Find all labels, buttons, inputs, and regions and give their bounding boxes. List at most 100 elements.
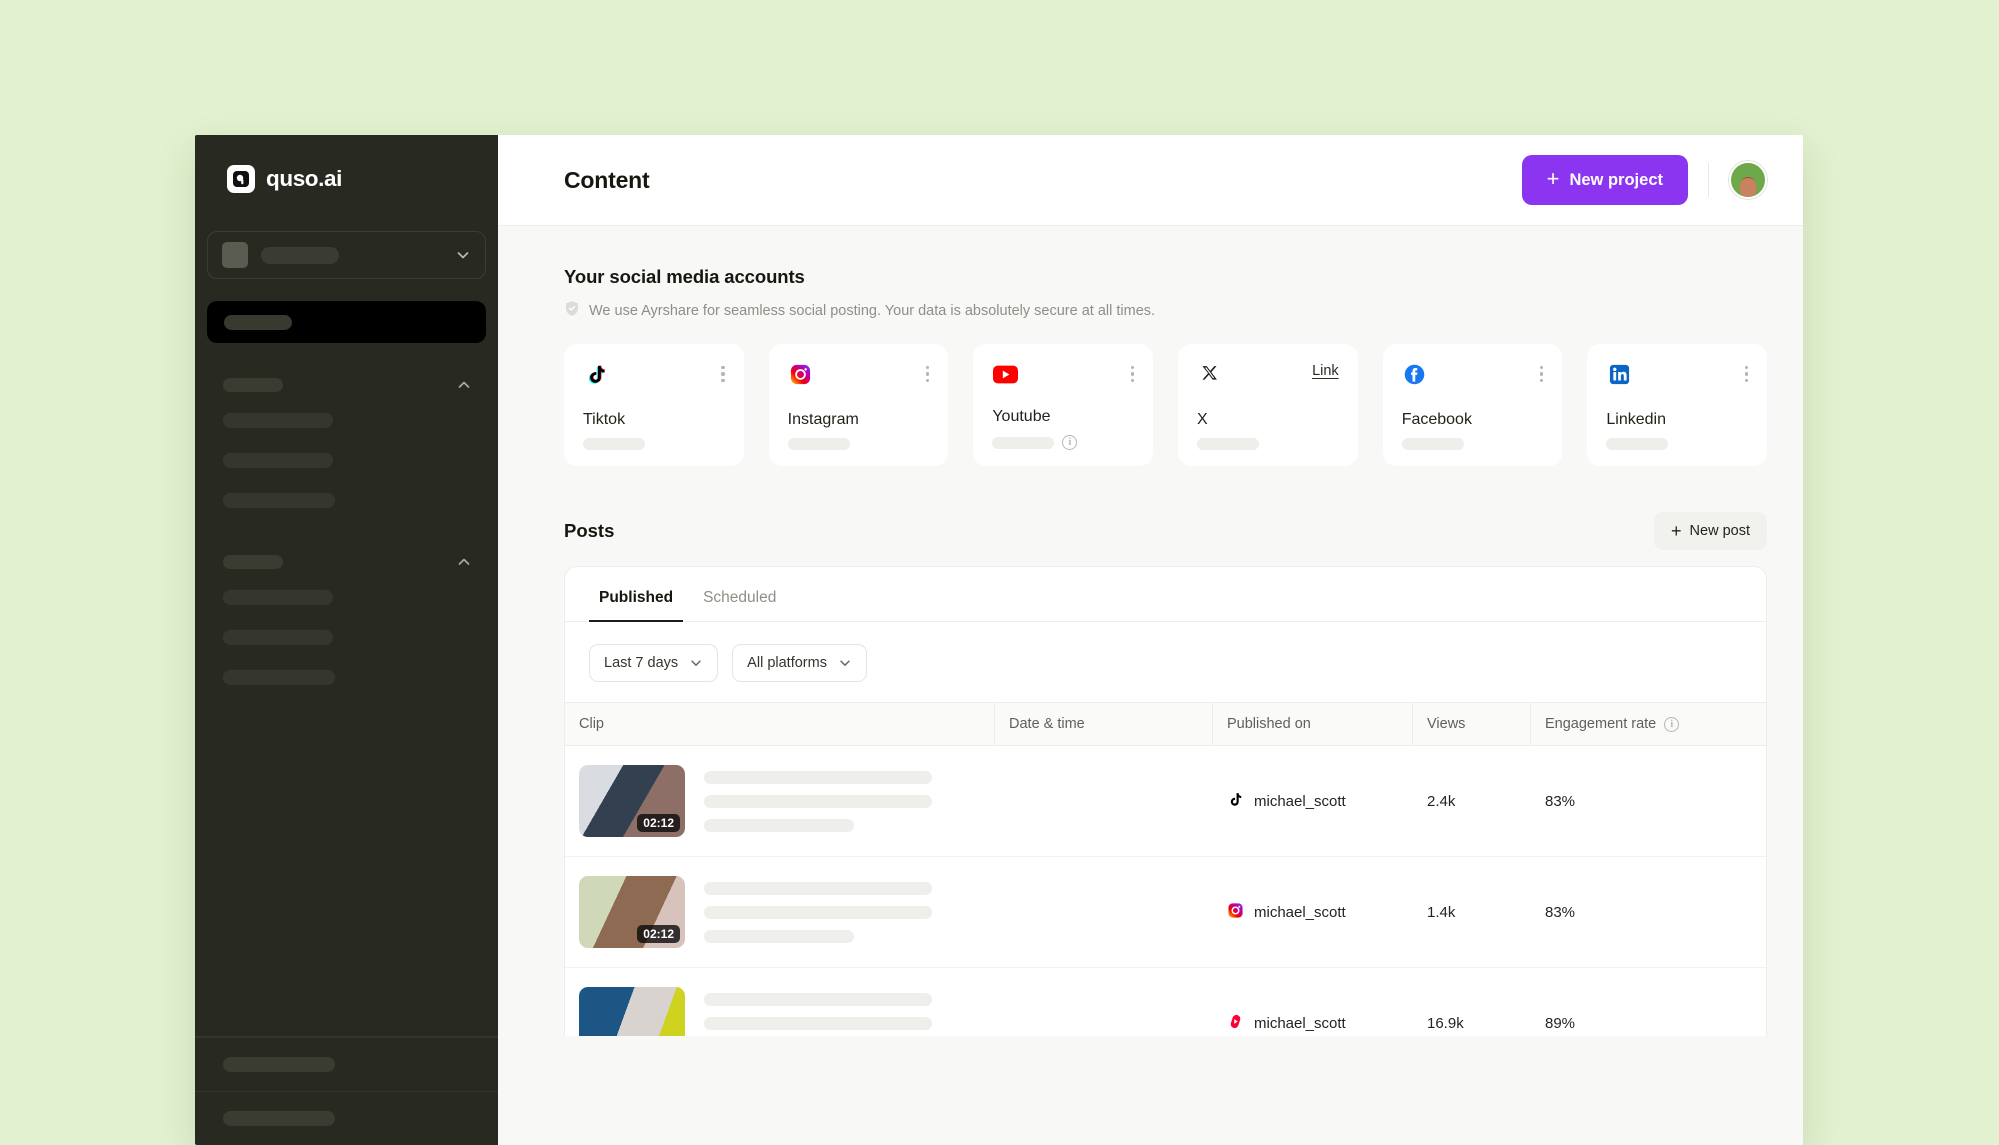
chevron-down-icon xyxy=(838,656,852,670)
top-bar: Content + New project xyxy=(498,135,1803,226)
sidebar-item-label-skeleton xyxy=(223,412,333,428)
link-account-button[interactable]: Link xyxy=(1312,361,1339,379)
platform-filter[interactable]: All platforms xyxy=(732,644,867,682)
sidebar-group-2-header[interactable] xyxy=(195,547,498,577)
avatar[interactable] xyxy=(1729,161,1767,199)
account-handle: michael_scott xyxy=(1254,903,1346,921)
sidebar-group-label-skeleton xyxy=(223,378,283,392)
clip-thumbnail: 02:12 xyxy=(579,987,685,1036)
new-project-button[interactable]: + New project xyxy=(1521,155,1688,205)
sidebar-item-label-skeleton xyxy=(223,629,333,645)
account-handle: michael_scott xyxy=(1254,792,1346,810)
account-handle-skeleton xyxy=(992,436,1055,449)
sidebar-bottom-item[interactable] xyxy=(195,1038,498,1091)
sidebar-item[interactable] xyxy=(195,577,498,617)
more-vertical-icon[interactable] xyxy=(721,361,725,383)
chevron-up-icon xyxy=(456,377,472,393)
more-vertical-icon[interactable] xyxy=(925,361,930,383)
account-card-instagram[interactable]: Instagram xyxy=(768,344,949,466)
account-handle-skeleton-row xyxy=(787,438,930,450)
linkedin-icon xyxy=(1606,361,1632,387)
clip-title-skeleton xyxy=(704,881,932,943)
sidebar-item-active[interactable] xyxy=(207,301,486,343)
views-cell: 16.9k xyxy=(1427,1014,1464,1032)
clip-cell: 02:12 xyxy=(565,876,995,948)
posts-panel: Published Scheduled Last 7 days All plat… xyxy=(564,566,1767,1036)
info-icon[interactable]: i xyxy=(1062,435,1078,450)
sidebar-group-label-skeleton xyxy=(223,555,283,569)
sidebar-item[interactable] xyxy=(195,400,498,440)
platform-filter-label: All platforms xyxy=(747,655,827,671)
sidebar-item[interactable] xyxy=(195,480,498,520)
tiktok-icon xyxy=(1227,791,1244,812)
account-card-x[interactable]: Link X xyxy=(1178,344,1358,466)
facebook-icon xyxy=(1402,361,1428,387)
account-card-facebook[interactable]: Facebook xyxy=(1382,344,1563,466)
chevron-down-icon xyxy=(455,247,471,263)
more-vertical-icon[interactable] xyxy=(1130,361,1135,383)
clip-thumbnail: 02:12 xyxy=(579,765,685,837)
published-on-cell: michael_scott xyxy=(1213,902,1413,923)
social-accounts-list: Tiktok Instagram Youtube i Link X Facebo… xyxy=(564,344,1768,466)
date-range-filter-label: Last 7 days xyxy=(604,655,679,671)
engagement-rate-cell: 83% xyxy=(1545,792,1576,810)
divider xyxy=(1708,163,1709,197)
sidebar-item-label-skeleton xyxy=(223,669,335,685)
column-header-published-on: Published on xyxy=(1213,703,1413,745)
account-name: Linkedin xyxy=(1606,411,1666,428)
sidebar-item[interactable] xyxy=(195,440,498,480)
account-handle-skeleton xyxy=(1197,438,1260,450)
accounts-notice-text: We use Ayrshare for seamless social post… xyxy=(589,303,1156,319)
views-cell: 2.4k xyxy=(1427,792,1456,810)
new-post-label: New post xyxy=(1689,523,1750,539)
card-header xyxy=(1606,361,1749,387)
plus-icon: + xyxy=(1546,166,1560,191)
sidebar-group-1 xyxy=(195,370,498,520)
sidebar-bottom-item[interactable] xyxy=(195,1092,498,1145)
account-handle-skeleton-row xyxy=(583,438,725,450)
table-row[interactable]: 02:12 michael_scott 2.4k 83% xyxy=(565,746,1766,857)
column-header-clip: Clip xyxy=(565,703,995,745)
brand-logo[interactable]: quso.ai xyxy=(195,135,498,201)
table-row[interactable]: 02:12 michael_scott 16.9k 89% xyxy=(565,968,1766,1036)
info-icon[interactable]: i xyxy=(1664,716,1680,732)
account-name: X xyxy=(1197,411,1208,428)
sidebar-item[interactable] xyxy=(195,617,498,657)
workspace-switcher[interactable] xyxy=(207,231,486,279)
clip-duration: 02:12 xyxy=(637,925,680,943)
chevron-up-icon xyxy=(456,554,472,570)
posts-header: Posts + New post xyxy=(564,512,1767,550)
account-name: Youtube xyxy=(992,408,1051,425)
clip-duration: 02:12 xyxy=(637,814,680,832)
date-range-filter[interactable]: Last 7 days xyxy=(589,644,719,682)
sidebar-item-label-skeleton xyxy=(223,492,335,508)
card-header xyxy=(788,361,930,387)
sidebar-item[interactable] xyxy=(195,657,498,697)
sidebar-item-label-skeleton xyxy=(223,1111,335,1126)
table-row[interactable]: 02:12 michael_scott 1.4k 83% xyxy=(565,857,1766,968)
brand-name: quso.ai xyxy=(266,166,342,191)
account-card-linkedin[interactable]: Linkedin xyxy=(1587,344,1768,466)
engagement-rate-cell: 89% xyxy=(1545,1014,1576,1032)
new-post-button[interactable]: + New post xyxy=(1654,512,1767,550)
more-vertical-icon[interactable] xyxy=(1539,361,1544,383)
clip-title-skeleton xyxy=(704,770,932,832)
more-vertical-icon[interactable] xyxy=(1744,361,1749,383)
clip-cell: 02:12 xyxy=(565,987,995,1036)
posts-section-title: Posts xyxy=(564,520,615,541)
account-card-youtube[interactable]: Youtube i xyxy=(973,344,1154,466)
clip-cell: 02:12 xyxy=(565,765,995,837)
youtube-shorts-icon xyxy=(1227,1013,1244,1034)
top-bar-actions: + New project xyxy=(1521,155,1767,205)
views-cell: 1.4k xyxy=(1427,903,1456,921)
new-project-label: New project xyxy=(1569,170,1663,189)
scroll-area[interactable]: Your social media accounts We use Ayrsha… xyxy=(498,226,1803,1145)
youtube-icon xyxy=(992,361,1018,387)
account-card-tiktok[interactable]: Tiktok xyxy=(564,344,744,466)
app-window: quso.ai Content + New project Your socia… xyxy=(195,135,1803,1145)
tab-published[interactable]: Published xyxy=(589,581,684,622)
tab-scheduled[interactable]: Scheduled xyxy=(693,581,786,622)
account-handle-skeleton-row: i xyxy=(992,435,1134,450)
sidebar-group-1-header[interactable] xyxy=(195,370,498,400)
